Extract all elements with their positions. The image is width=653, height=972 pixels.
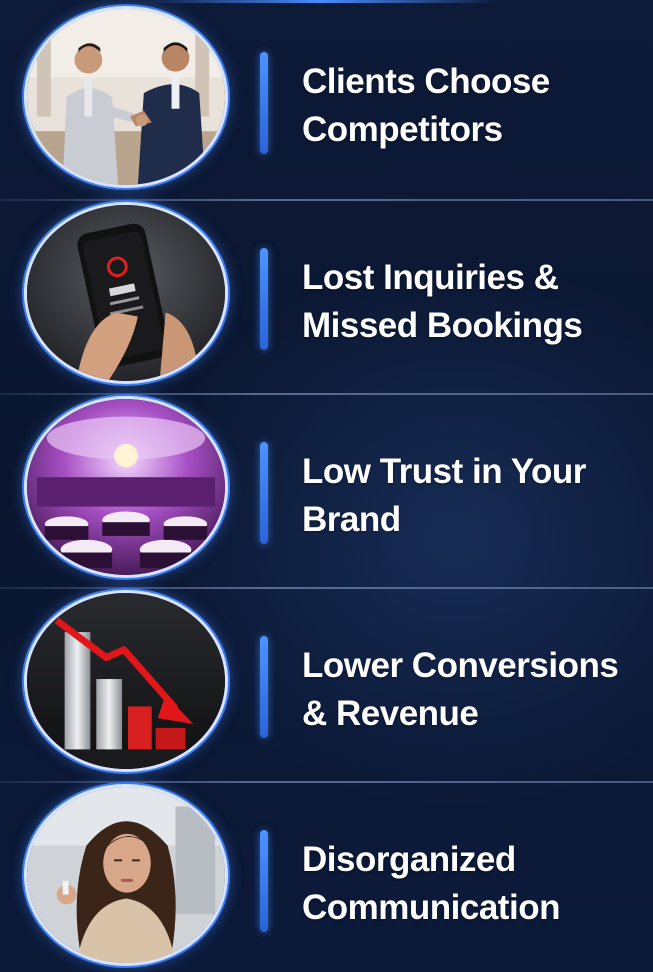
item-label-line1: Clients Choose: [302, 62, 550, 101]
banquet-hall-photo-icon: [24, 396, 228, 578]
item-label: Lost Inquiries & Missed Bookings: [302, 254, 653, 350]
item-label: Disorganized Communication: [302, 836, 653, 932]
item-label: Clients Choose Competitors: [302, 58, 653, 154]
list-item-low-trust: Low Trust in Your Brand: [0, 390, 653, 584]
item-label-line1: Disorganized: [302, 840, 516, 879]
smartphone-photo-icon: [24, 202, 228, 384]
item-label-line2: & Revenue: [302, 694, 479, 733]
list-item-lower-conversions: Lower Conversions & Revenue: [0, 584, 653, 778]
list-item-lost-inquiries: Lost Inquiries & Missed Bookings: [0, 196, 653, 390]
item-label-line1: Lost Inquiries &: [302, 258, 559, 297]
accent-bar: [260, 442, 268, 544]
declining-chart-photo-icon: [24, 590, 228, 772]
accent-bar: [260, 52, 268, 154]
stressed-woman-photo-icon: [24, 784, 228, 966]
accent-bar: [260, 636, 268, 738]
item-label-line2: Competitors: [302, 110, 503, 149]
item-label: Low Trust in Your Brand: [302, 448, 653, 544]
item-label-line1: Low Trust in Your: [302, 452, 586, 491]
item-label-line2: Communication: [302, 888, 560, 927]
list-item-disorganized-communication: Disorganized Communication: [0, 778, 653, 972]
accent-bar: [260, 830, 268, 932]
handshake-photo-icon: [24, 6, 228, 188]
list-item-clients-choose-competitors: Clients Choose Competitors: [0, 0, 653, 194]
accent-bar: [260, 248, 268, 350]
item-label: Lower Conversions & Revenue: [302, 642, 653, 738]
item-label-line1: Lower Conversions: [302, 646, 619, 685]
item-label-line2: Brand: [302, 500, 401, 539]
item-label-line2: Missed Bookings: [302, 306, 583, 345]
